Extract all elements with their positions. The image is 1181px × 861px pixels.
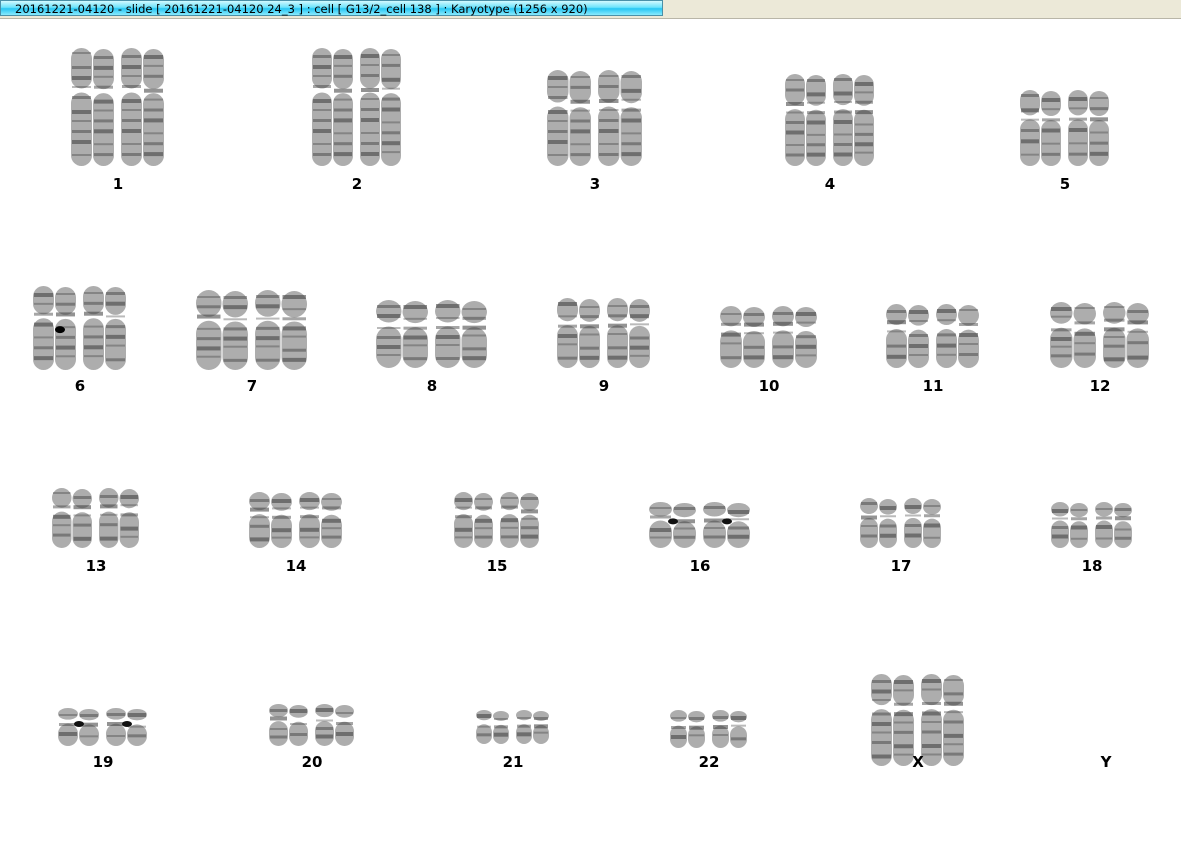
chromosome-21-2[interactable]	[516, 710, 549, 744]
chromosome-19-1[interactable]	[58, 708, 99, 746]
chromosome-pair-image	[269, 704, 354, 746]
chromosome-pair-image	[670, 710, 747, 748]
chromosome-20-2[interactable]	[315, 704, 354, 746]
chromosome-label: 21	[502, 753, 524, 771]
chromosome-pair-22[interactable]: 22	[639, 18, 779, 861]
chromosome-pair-image	[871, 674, 964, 766]
chromosome-pair-20[interactable]: 20	[242, 18, 382, 861]
window-title-bar: 20161221-04120 - slide [ 20161221-04120 …	[0, 0, 1181, 19]
chromosome-21-1[interactable]	[476, 710, 509, 744]
window-title-text: 20161221-04120 - slide [ 20161221-04120 …	[15, 2, 588, 16]
chromosome-x-2[interactable]	[921, 674, 964, 766]
chromosome-pair-y[interactable]: Y	[1036, 18, 1176, 861]
chromosome-label: 20	[301, 753, 323, 771]
chromosome-pair-19[interactable]: 19	[33, 18, 173, 861]
chromosome-22-1[interactable]	[670, 710, 705, 748]
chromosome-19-2[interactable]	[106, 708, 147, 746]
chromosome-pair-21[interactable]: 21	[443, 18, 583, 861]
karyotype-board: 1 2 3 4 5 6 7 8 9 10 11 12 13 14 15 16 17 18 19 20 21 22 X Y	[0, 18, 1181, 861]
chromosome-22-2[interactable]	[712, 710, 747, 748]
chromosome-label: 9	[598, 377, 610, 395]
chromosome-8-1[interactable]	[376, 300, 428, 368]
chromosome-label: X	[912, 753, 924, 771]
chromosome-pair-x[interactable]: X	[848, 18, 988, 861]
window-title-tab[interactable]: 20161221-04120 - slide [ 20161221-04120 …	[0, 0, 663, 16]
chromosome-label: 19	[92, 753, 114, 771]
chromosome-label: 22	[698, 753, 720, 771]
chromosome-label: Y	[1100, 753, 1112, 771]
chromosome-pair-image	[476, 710, 549, 744]
chromosome-pair-image	[58, 708, 147, 746]
chromosome-20-1[interactable]	[269, 704, 308, 746]
chromosome-x-1[interactable]	[871, 674, 914, 766]
